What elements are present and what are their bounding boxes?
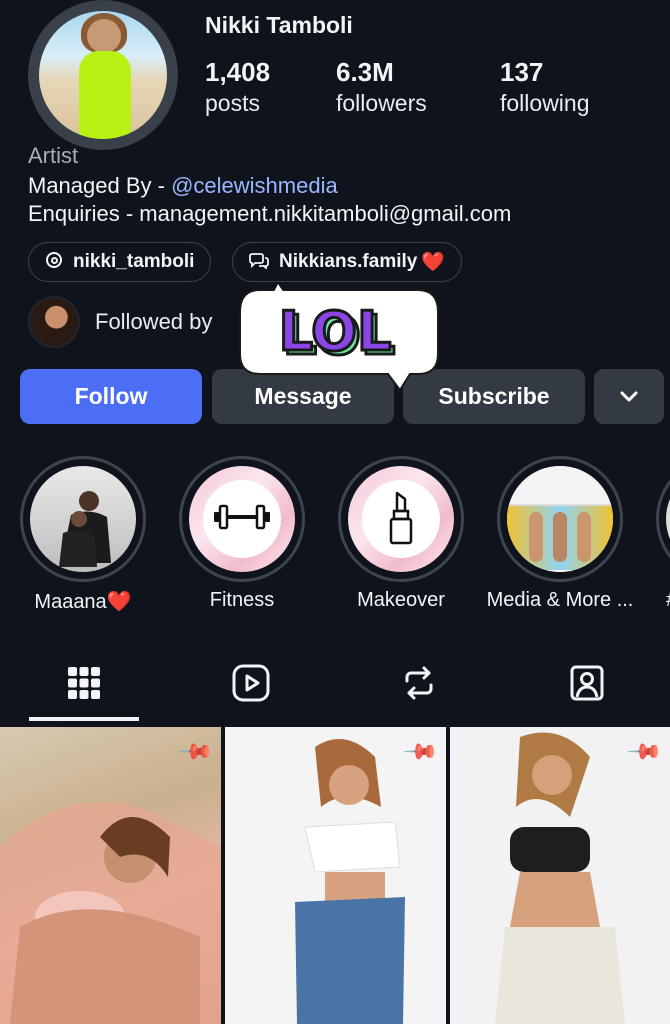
followed-by-text[interactable]: Followed by [95,309,212,335]
bio-managed-prefix: Managed By - [28,173,172,198]
profile-name: Nikki Tamboli [205,12,353,38]
follow-button[interactable]: Follow [20,369,202,424]
tab-tagged[interactable] [564,662,610,708]
lol-sticker: LOL LOL [239,284,439,392]
profile-category: Artist [28,143,79,168]
threads-chip[interactable]: nikki_tamboli [28,242,212,282]
tab-grid[interactable] [61,662,107,708]
bio-managed-line: Managed By - @celewishmedia [28,173,338,199]
tab-reposts[interactable] [396,662,442,708]
stat-followers-count: 6.3M [336,57,394,87]
highlight-makeover[interactable]: Makeover [338,456,464,611]
highlight-partial[interactable]: # [656,456,670,611]
highlight-photo [30,466,136,572]
tagged-icon [567,663,607,708]
highlight-label: Media & More ... [486,589,634,611]
more-options-button[interactable] [594,369,664,424]
bio-mention-link[interactable]: @celewishmedia [171,173,338,198]
stat-posts-label: posts [205,90,260,116]
dumbbell-icon [212,502,272,537]
heart-emoji: ❤️ [421,252,446,273]
highlight-label: Maaana❤️ [34,591,132,613]
stat-posts-count: 1,408 [205,57,271,87]
lol-sticker-text: LOL [279,300,392,363]
stat-following-label: following [500,90,590,116]
stat-followers[interactable]: 6.3M followers [336,56,427,118]
highlight-media[interactable]: Media & More ... [487,456,633,611]
active-tab-indicator [29,717,139,721]
stat-following-count: 137 [500,57,544,87]
tab-reels[interactable] [228,662,274,708]
highlight-maaana[interactable]: Maaana❤️ [20,456,146,613]
profile-avatar[interactable] [28,0,178,150]
post-tile[interactable]: 📌 [450,727,670,1024]
lipstick-icon [386,489,416,550]
threads-chip-label: nikki_tamboli [73,251,195,272]
channel-chip[interactable]: Nikkians.family ❤️ [232,242,463,282]
stat-followers-label: followers [336,90,427,116]
highlight-label: Fitness [209,589,275,611]
highlight-label: Makeover [357,589,445,611]
post-tile[interactable]: 📌 [225,727,446,1024]
profile-tabs [0,650,670,722]
chat-bubbles-icon [249,251,269,274]
highlight-label: # [666,589,670,612]
stat-following[interactable]: 137 following [500,56,590,118]
threads-icon [45,251,63,274]
stat-posts[interactable]: 1,408 posts [205,56,270,118]
profile-photo [39,11,167,139]
chevron-down-icon [619,383,639,410]
reels-icon [231,663,271,708]
channel-chip-label: Nikkians.family [279,251,418,272]
highlight-fitness[interactable]: Fitness [179,456,305,611]
grid-icon [67,666,101,705]
followed-by-avatar[interactable] [28,296,80,348]
post-tile[interactable]: 📌 [0,727,221,1024]
reposts-icon [399,663,439,708]
bio-enquiries-line: Enquiries - management.nikkitamboli@gmai… [28,201,512,226]
highlight-photo [507,466,613,572]
